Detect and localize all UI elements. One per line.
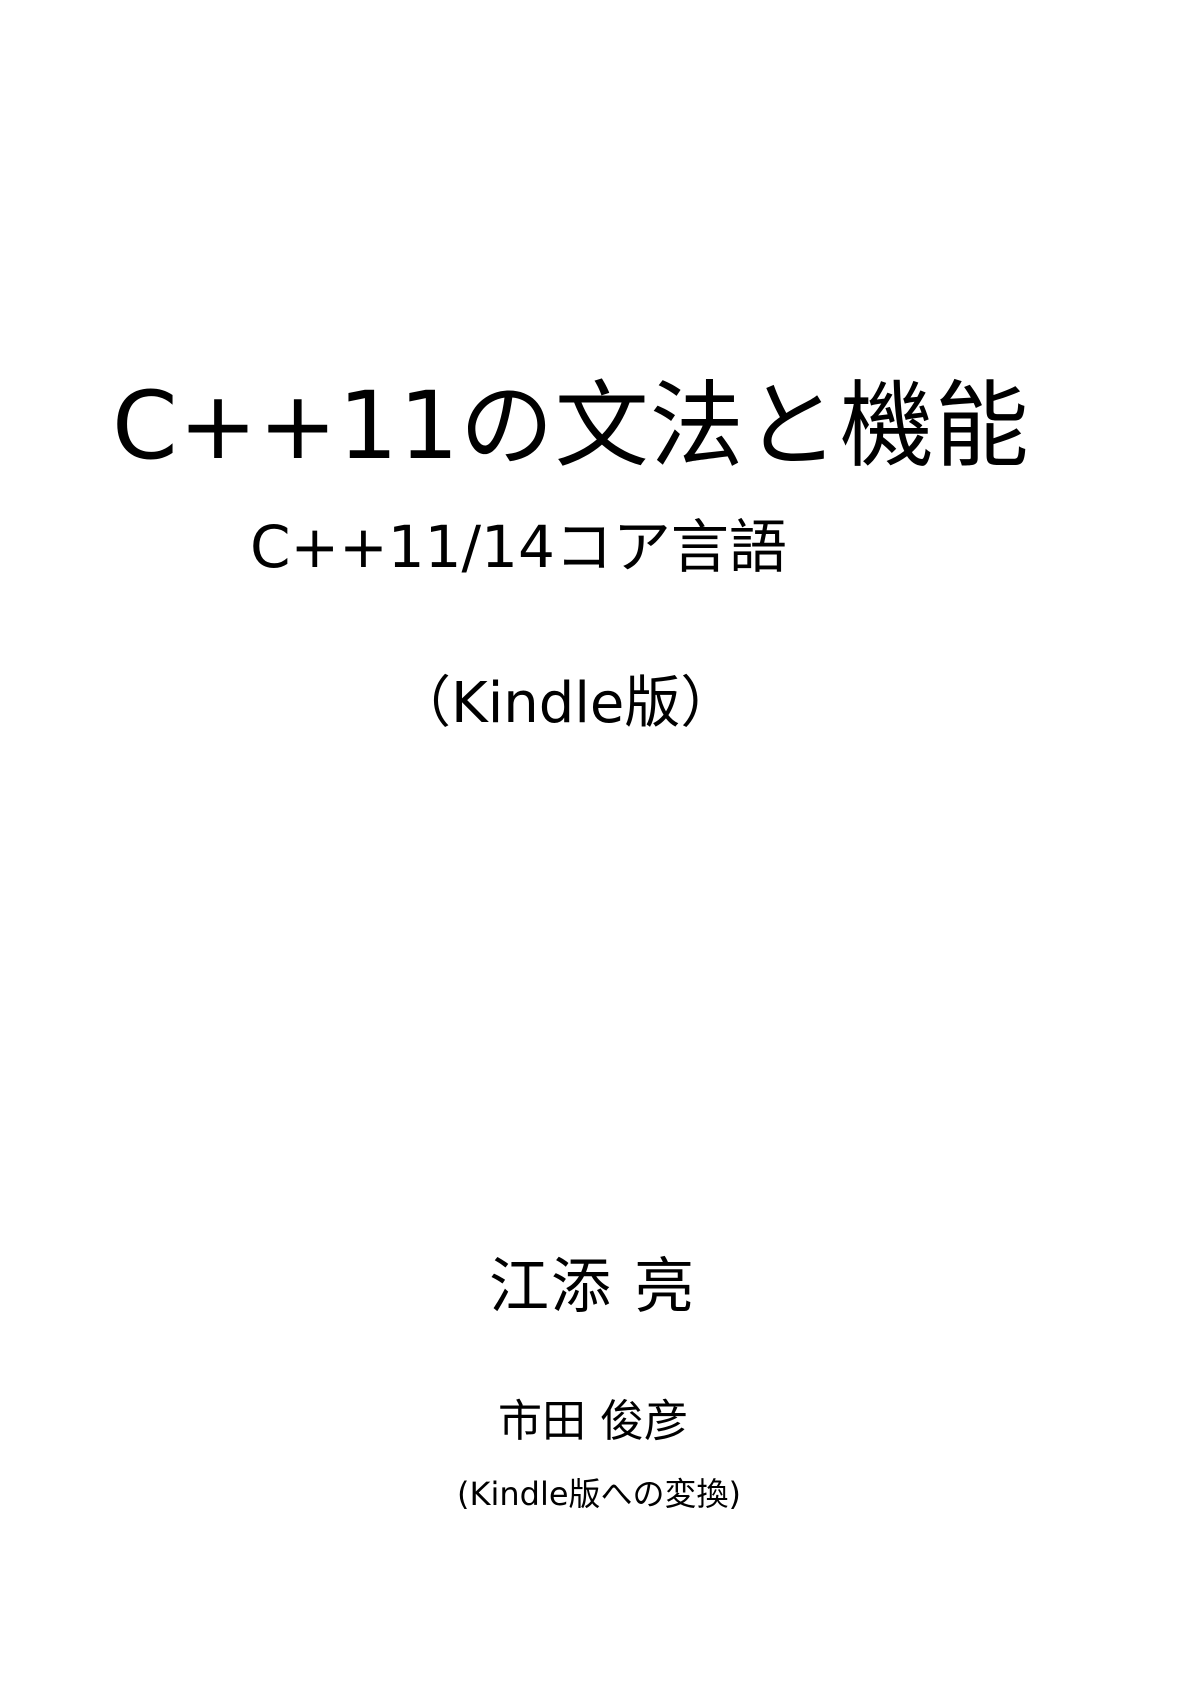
converter-name: 市田 俊彦 [498, 1396, 688, 1447]
edition-label: （Kindle版） [395, 671, 737, 736]
book-subtitle: C++11/14コア言語 [250, 513, 787, 581]
book-title: C++11の文法と機能 [112, 372, 1030, 481]
author-name: 江添 亮 [489, 1252, 697, 1322]
converter-note: (Kindle版への変換) [457, 1475, 742, 1513]
